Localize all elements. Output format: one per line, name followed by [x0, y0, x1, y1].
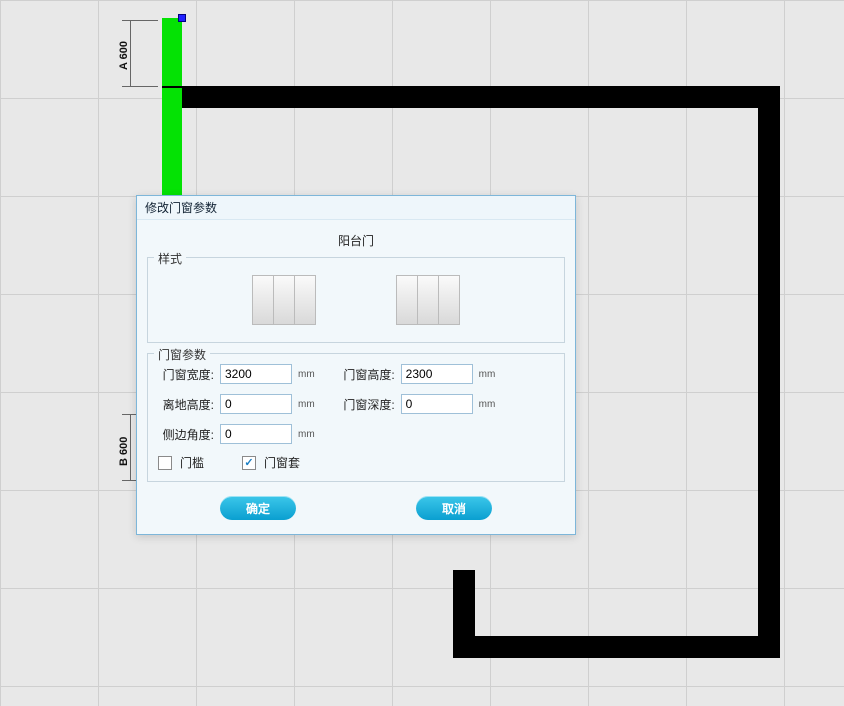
- cancel-button[interactable]: 取消: [416, 496, 492, 520]
- width-label: 门窗宽度:: [158, 366, 214, 383]
- wall-horizontal-bottom: [453, 636, 780, 658]
- depth-input[interactable]: [401, 394, 473, 414]
- wall-vertical-left-bottom: [453, 570, 475, 658]
- dialog-modify-door-window: 修改门窗参数 阳台门 样式 门窗参数 门窗宽度:: [136, 195, 576, 535]
- dim-a-line: [130, 20, 131, 86]
- elev-input[interactable]: [220, 394, 292, 414]
- threshold-checkbox[interactable]: [158, 456, 172, 470]
- cad-canvas[interactable]: A 600 B 600 修改门窗参数 阳台门 样式 门窗参数: [0, 0, 844, 706]
- elev-label: 离地高度:: [158, 396, 214, 413]
- height-label: 门窗高度:: [339, 366, 395, 383]
- dim-a-ext1: [122, 20, 158, 21]
- dim-b-text: B 600: [118, 437, 130, 466]
- style-option-2[interactable]: [396, 275, 460, 325]
- depth-label: 门窗深度:: [339, 396, 395, 413]
- unit-mm: mm: [298, 399, 315, 410]
- ok-button[interactable]: 确定: [220, 496, 296, 520]
- unit-mm: mm: [479, 369, 496, 380]
- casing-label: 门窗套: [264, 454, 300, 471]
- dim-a-ext2: [122, 86, 158, 87]
- style-legend: 样式: [154, 250, 186, 267]
- wall-vertical-right: [758, 86, 780, 658]
- dialog-title[interactable]: 修改门窗参数: [137, 196, 575, 220]
- unit-mm: mm: [298, 429, 315, 440]
- style-fieldset: 样式: [147, 257, 565, 343]
- unit-mm: mm: [298, 369, 315, 380]
- style-option-1[interactable]: [252, 275, 316, 325]
- selection-handle[interactable]: [178, 14, 186, 22]
- casing-checkbox[interactable]: [242, 456, 256, 470]
- angle-label: 侧边角度:: [158, 426, 214, 443]
- height-input[interactable]: [401, 364, 473, 384]
- dialog-subtitle: 阳台门: [147, 228, 565, 257]
- width-input[interactable]: [220, 364, 292, 384]
- selected-wall-gap: [162, 86, 182, 88]
- dim-a-text: A 600: [118, 41, 130, 70]
- wall-horizontal-top: [170, 86, 780, 108]
- param-fieldset: 门窗参数 门窗宽度: mm 门窗高度: mm 离地高度:: [147, 353, 565, 482]
- unit-mm: mm: [479, 399, 496, 410]
- param-legend: 门窗参数: [154, 346, 210, 363]
- angle-input[interactable]: [220, 424, 292, 444]
- threshold-label: 门槛: [180, 454, 204, 471]
- dim-b-line: [130, 414, 131, 480]
